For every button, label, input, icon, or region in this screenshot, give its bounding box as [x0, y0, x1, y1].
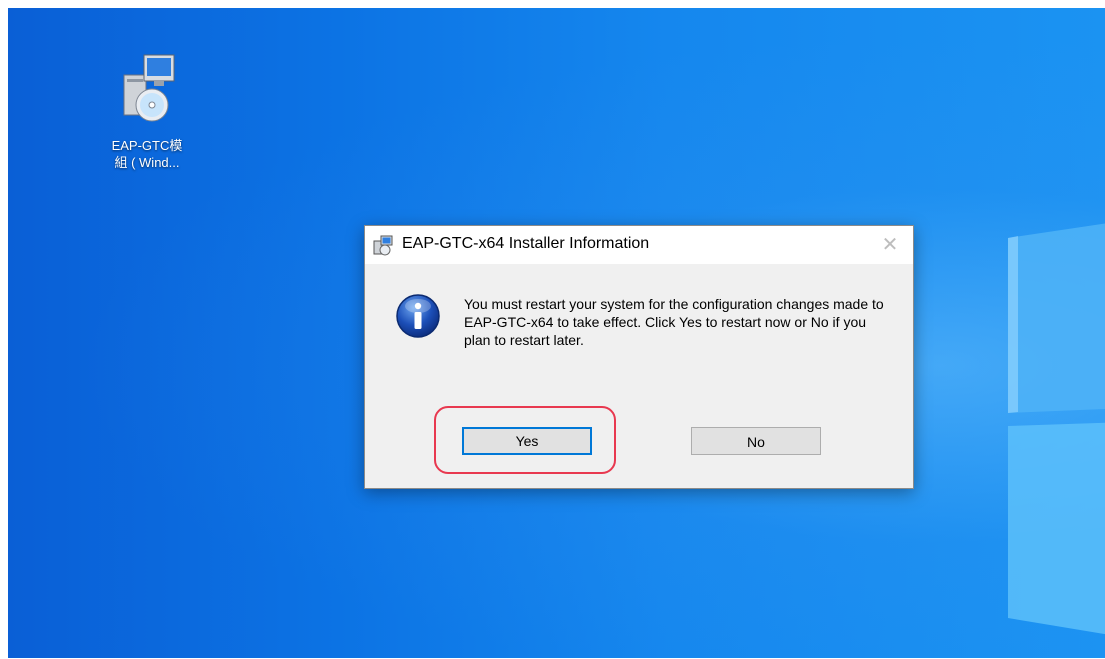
installer-information-dialog: EAP-GTC-x64 Installer Information ✕ You …: [364, 225, 914, 489]
no-button[interactable]: No: [691, 427, 821, 455]
installer-icon: [373, 235, 393, 256]
desktop: EAP-GTC模組 ( Wind... EAP-GTC-x64 Installe…: [8, 8, 1105, 658]
installer-package-icon: [123, 54, 175, 122]
dialog-message: You must restart your system for the con…: [464, 296, 884, 348]
desktop-shortcut-installer[interactable]: EAP-GTC模組 ( Wind...: [106, 53, 188, 171]
windows-logo-wallpaper: [1008, 223, 1105, 635]
dialog-title: EAP-GTC-x64 Installer Information: [402, 235, 650, 252]
close-button[interactable]: ✕: [875, 232, 905, 258]
desktop-shortcut-label: EAP-GTC模組 ( Wind...: [111, 138, 183, 170]
info-icon: [396, 294, 440, 338]
yes-button[interactable]: Yes: [462, 427, 592, 455]
dialog-titlebar[interactable]: EAP-GTC-x64 Installer Information ✕: [365, 226, 913, 264]
